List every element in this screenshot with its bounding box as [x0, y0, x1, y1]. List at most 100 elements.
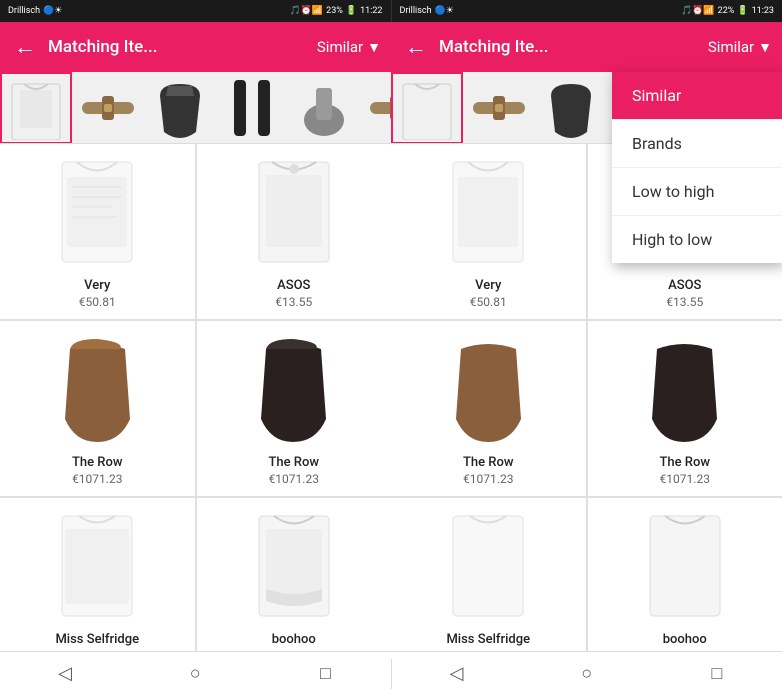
page-title-right: Matching Ite...: [439, 37, 700, 57]
product-card-2[interactable]: The Row €1071.23: [0, 321, 195, 496]
product-img-2: [8, 329, 187, 449]
product-price-2: €1071.23: [72, 472, 122, 486]
thumb-item-5[interactable]: [360, 72, 391, 144]
menu-nav-btn-right[interactable]: □: [702, 659, 732, 689]
battery-right: 22%: [718, 6, 735, 16]
battery-left: 23%: [326, 6, 343, 16]
filter-dropdown-right[interactable]: Similar ▼: [708, 38, 772, 56]
carrier-right: Drillisch: [400, 6, 432, 16]
product-name-1: ASOS: [277, 278, 310, 293]
product-img-r3: [596, 329, 775, 449]
product-img-r2: [399, 329, 578, 449]
thumb-item-1[interactable]: [72, 72, 144, 144]
product-price-4: €39.52: [79, 649, 116, 651]
back-button-left[interactable]: ←: [10, 30, 40, 64]
product-img-r4: [399, 506, 578, 626]
product-card-r4[interactable]: Miss Selfridge €39.52: [391, 498, 586, 651]
product-img-0: [8, 152, 187, 272]
status-left-right: Drillisch 🔵☀: [400, 6, 454, 16]
menu-nav-btn-left[interactable]: □: [310, 659, 340, 689]
product-name-0: Very: [84, 278, 110, 293]
thumb-item-r0[interactable]: [391, 72, 463, 144]
back-nav-btn-right[interactable]: ◁: [442, 659, 472, 689]
carrier-left: Drillisch: [8, 6, 40, 16]
panels-container: ← Matching Ite... Similar ▼: [0, 22, 782, 651]
product-price-3: €1071.23: [269, 472, 319, 486]
product-price-r4: €39.52: [470, 649, 507, 651]
thumbnail-strip-left: [0, 72, 391, 144]
product-img-r0: [399, 152, 578, 272]
dropdown-item-low-to-high[interactable]: Low to high: [612, 168, 782, 216]
bottom-nav-left: ◁ ○ □: [0, 652, 391, 695]
home-nav-btn-right[interactable]: ○: [572, 659, 602, 689]
product-price-1: €13.55: [275, 295, 312, 309]
product-img-3: [205, 329, 384, 449]
product-price-0: €50.81: [79, 295, 116, 309]
page-title-left: Matching Ite...: [48, 37, 309, 57]
bottom-nav: ◁ ○ □ ◁ ○ □: [0, 651, 782, 695]
product-card-0[interactable]: Very €50.81: [0, 144, 195, 319]
product-card-r2[interactable]: The Row €1071.23: [391, 321, 586, 496]
thumb-item-3[interactable]: [216, 72, 288, 144]
panel-right: ← Matching Ite... Similar ▼ Similar Bran…: [391, 22, 782, 651]
dropdown-item-brands[interactable]: Brands: [612, 120, 782, 168]
product-img-5: [205, 506, 384, 626]
back-button-right[interactable]: ←: [401, 30, 431, 64]
panel-left: ← Matching Ite... Similar ▼: [0, 22, 391, 651]
thumb-item-2[interactable]: [144, 72, 216, 144]
carrier-icons-right: 🔵☀: [435, 6, 454, 16]
thumb-item-0[interactable]: [0, 72, 72, 144]
product-name-r2: The Row: [463, 455, 514, 470]
signal-left: 🎵⏰📶: [290, 6, 324, 16]
product-name-r3: The Row: [659, 455, 710, 470]
filter-label-left: Similar: [317, 38, 363, 56]
filter-dropdown-left[interactable]: Similar ▼: [317, 38, 381, 56]
product-img-r5: [596, 506, 775, 626]
product-name-r0: Very: [475, 278, 501, 293]
sort-dropdown-menu[interactable]: Similar Brands Low to high High to low: [612, 72, 782, 263]
time-right: 11:23: [752, 6, 774, 16]
product-price-r0: €50.81: [470, 295, 507, 309]
signal-right: 🎵⏰📶: [681, 6, 715, 16]
product-img-4: [8, 506, 187, 626]
product-grid-left: Very €50.81 ASOS €13.55 The Row €1071.23: [0, 144, 391, 651]
toolbar-right: ← Matching Ite... Similar ▼: [391, 22, 782, 72]
product-price-r3: €1071.23: [660, 472, 710, 486]
product-name-r4: Miss Selfridge: [446, 632, 530, 647]
dropdown-item-similar[interactable]: Similar: [612, 72, 782, 120]
bottom-nav-right: ◁ ○ □: [392, 652, 782, 695]
product-name-r1: ASOS: [668, 278, 701, 293]
product-card-r3[interactable]: The Row €1071.23: [588, 321, 782, 496]
product-card-r0[interactable]: Very €50.81: [391, 144, 586, 319]
thumb-item-r1[interactable]: [463, 72, 535, 144]
thumb-item-4[interactable]: [288, 72, 360, 144]
product-name-r5: boohoo: [663, 632, 707, 647]
product-name-4: Miss Selfridge: [55, 632, 139, 647]
product-card-3[interactable]: The Row €1071.23: [197, 321, 392, 496]
status-right-right: 🎵⏰📶 22%🔋 11:23: [681, 6, 774, 16]
status-bars: Drillisch 🔵☀ 🎵⏰📶 23%🔋 11:22 Drillisch 🔵☀…: [0, 0, 782, 22]
chevron-down-icon-left: ▼: [367, 39, 381, 56]
back-nav-btn-left[interactable]: ◁: [50, 659, 80, 689]
product-price-r5: €9.03: [670, 649, 700, 651]
product-card-4[interactable]: Miss Selfridge €39.52: [0, 498, 195, 651]
product-name-2: The Row: [72, 455, 123, 470]
product-name-3: The Row: [268, 455, 319, 470]
product-img-1: [205, 152, 384, 272]
carrier-icons-left: 🔵☀: [43, 6, 62, 16]
product-card-r5[interactable]: boohoo €9.03: [588, 498, 782, 651]
status-bar-left: Drillisch 🔵☀ 🎵⏰📶 23%🔋 11:22: [0, 0, 391, 22]
thumb-item-r2[interactable]: [535, 72, 607, 144]
filter-label-right: Similar: [708, 38, 754, 56]
product-card-5[interactable]: boohoo €9.03: [197, 498, 392, 651]
product-price-r1: €13.55: [666, 295, 703, 309]
product-card-1[interactable]: ASOS €13.55: [197, 144, 392, 319]
status-left-left: Drillisch 🔵☀: [8, 6, 62, 16]
status-bar-right: Drillisch 🔵☀ 🎵⏰📶 22%🔋 11:23: [391, 0, 782, 22]
product-price-r2: €1071.23: [463, 472, 513, 486]
home-nav-btn-left[interactable]: ○: [180, 659, 210, 689]
chevron-down-icon-right: ▼: [758, 39, 772, 56]
dropdown-item-high-to-low[interactable]: High to low: [612, 216, 782, 263]
product-price-5: €9.03: [279, 649, 309, 651]
status-right-left: 🎵⏰📶 23%🔋 11:22: [290, 6, 383, 16]
